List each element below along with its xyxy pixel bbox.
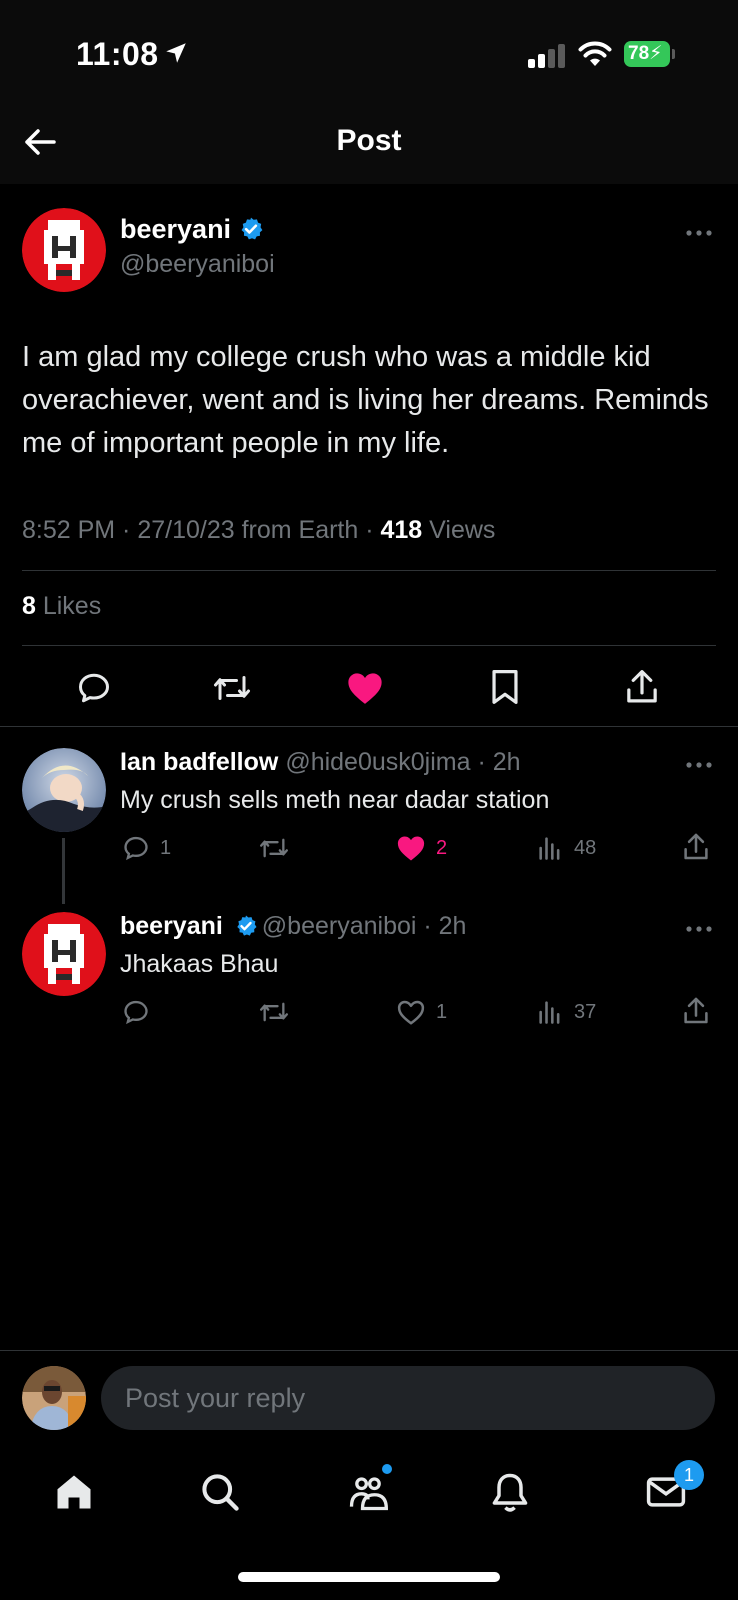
reply-icon[interactable]	[122, 998, 150, 1026]
repost-icon[interactable]	[212, 670, 252, 706]
reply-time: · 2h	[416, 912, 467, 940]
more-options-icon[interactable]	[684, 228, 714, 238]
reply-icon[interactable]	[76, 670, 112, 706]
reply-time: · 2h	[470, 748, 521, 776]
reply-avatar[interactable]	[22, 912, 106, 996]
status-time: 11:08	[76, 36, 159, 72]
reply-author-handle[interactable]: @hide0usk0jima	[285, 748, 470, 776]
likes-summary[interactable]: 8 Likes	[22, 592, 101, 621]
home-icon[interactable]	[52, 1470, 96, 1514]
verified-badge-icon	[241, 217, 263, 240]
battery-level: 78	[628, 43, 650, 64]
view-count: 37	[574, 1001, 597, 1023]
like-icon[interactable]	[396, 998, 426, 1026]
reply-text: Jhakaas Bhau	[120, 950, 279, 978]
notifications-icon[interactable]	[488, 1470, 532, 1514]
like-icon[interactable]	[396, 834, 426, 862]
more-options-icon[interactable]	[684, 760, 714, 770]
repost-icon[interactable]	[258, 834, 290, 862]
likes-count: 8	[22, 592, 36, 620]
post-timestamp: 8:52 PM · 27/10/23 from Earth ·	[22, 516, 381, 544]
reply-input[interactable]	[101, 1366, 715, 1430]
post-text: I am glad my college crush who was a mid…	[22, 341, 709, 459]
like-count: 2	[436, 837, 448, 859]
location-arrow-icon	[166, 43, 186, 63]
thread-connector	[62, 838, 65, 904]
author-avatar[interactable]	[22, 208, 106, 292]
author-name[interactable]: beeryani	[120, 214, 231, 245]
reply-header: beeryani @beeryaniboi · 2h	[120, 912, 466, 941]
views-count: 418	[380, 516, 423, 544]
divider	[22, 570, 716, 571]
divider	[0, 726, 738, 727]
search-icon[interactable]	[198, 1470, 242, 1514]
home-indicator[interactable]	[238, 1572, 500, 1582]
views-icon[interactable]	[536, 998, 564, 1026]
reply-text: My crush sells meth near dadar station	[120, 786, 550, 814]
communities-dot	[382, 1464, 392, 1474]
messages-badge: 1	[674, 1460, 704, 1490]
repost-icon[interactable]	[258, 998, 290, 1026]
views-icon[interactable]	[536, 834, 564, 862]
reply-header: Ian badfellow @hide0usk0jima · 2h	[120, 748, 521, 777]
like-count: 1	[436, 1001, 448, 1023]
top-bar: Post	[0, 100, 738, 184]
page-title: Post	[336, 124, 402, 157]
communities-icon[interactable]	[346, 1470, 390, 1514]
like-icon[interactable]	[346, 670, 384, 706]
likes-label: Likes	[35, 592, 102, 620]
verified-badge-icon	[237, 915, 257, 936]
share-icon[interactable]	[682, 996, 710, 1026]
share-icon[interactable]	[624, 668, 660, 706]
author-handle[interactable]: @beeryaniboi	[120, 250, 275, 279]
reply-author-handle[interactable]: @beeryaniboi	[262, 912, 417, 940]
share-icon[interactable]	[682, 832, 710, 862]
bookmark-icon[interactable]	[490, 668, 520, 706]
more-options-icon[interactable]	[684, 924, 714, 934]
post-meta: 8:52 PM · 27/10/23 from Earth · 418 View…	[22, 516, 495, 545]
reply-count: 1	[160, 837, 172, 859]
views-label: Views	[422, 516, 496, 544]
wifi-icon	[578, 41, 612, 66]
divider	[0, 1350, 738, 1351]
status-bar: 11:08 78⚡	[0, 0, 738, 100]
reply-author-name[interactable]: beeryani	[120, 912, 223, 940]
reply-author-name[interactable]: Ian badfellow	[120, 748, 278, 776]
reply-avatar[interactable]	[22, 748, 106, 832]
my-avatar[interactable]	[22, 1366, 86, 1430]
reply-icon[interactable]	[122, 834, 150, 862]
view-count: 48	[574, 837, 597, 859]
battery-charging-icon: 78⚡	[624, 41, 675, 67]
divider	[22, 645, 716, 646]
signal-icon	[528, 44, 565, 68]
